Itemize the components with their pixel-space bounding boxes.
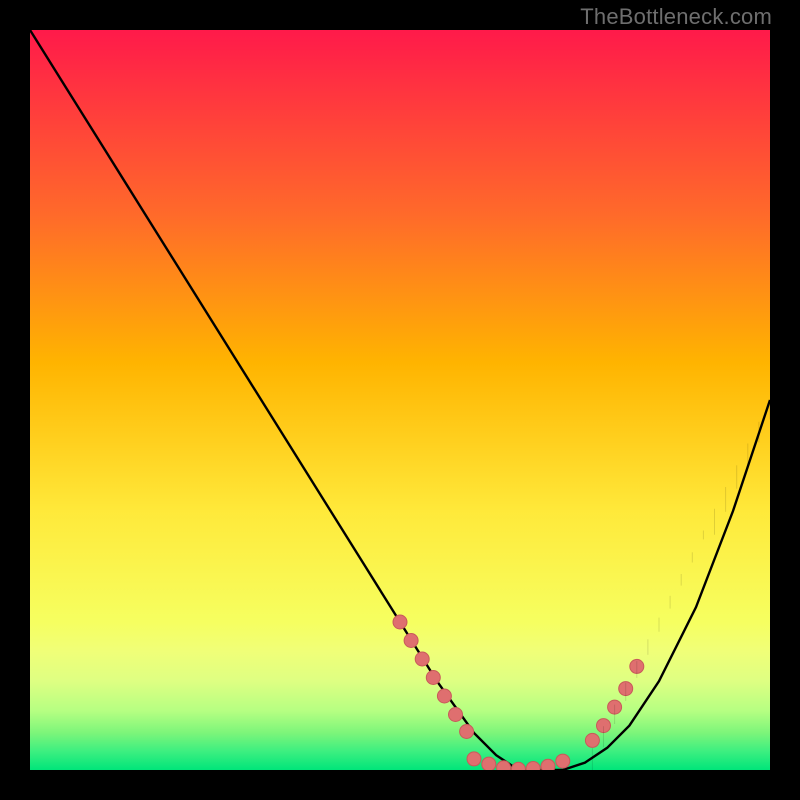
data-point xyxy=(511,762,525,770)
data-point xyxy=(415,652,429,666)
data-point xyxy=(585,733,599,747)
data-point xyxy=(482,757,496,770)
data-point xyxy=(541,759,555,770)
dot-group xyxy=(393,615,644,770)
watermark-text: TheBottleneck.com xyxy=(580,4,772,30)
data-point xyxy=(497,761,511,770)
data-point xyxy=(526,762,540,771)
chart-stage: TheBottleneck.com xyxy=(0,0,800,800)
data-point xyxy=(556,754,570,768)
plot-area xyxy=(30,30,770,770)
data-point xyxy=(404,634,418,648)
data-point xyxy=(437,689,451,703)
data-point xyxy=(467,752,481,766)
data-point xyxy=(393,615,407,629)
data-point xyxy=(426,671,440,685)
data-point xyxy=(460,725,474,739)
data-point xyxy=(449,708,463,722)
spike-texture xyxy=(592,400,770,770)
bottleneck-curve xyxy=(30,30,770,770)
curve-layer xyxy=(30,30,770,770)
